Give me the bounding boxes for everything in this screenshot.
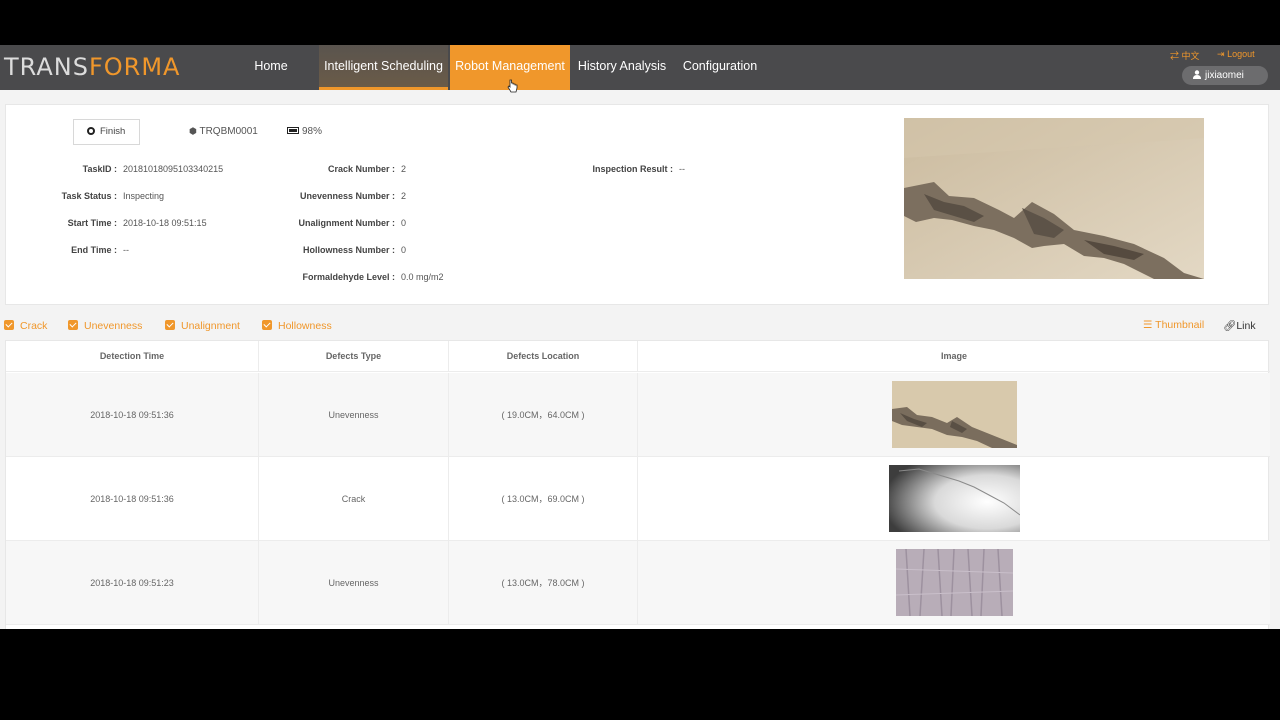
list-icon: ☰ — [1143, 319, 1153, 331]
brand-logo[interactable]: TRANSFORMA — [4, 53, 180, 81]
textured-wall-thumbnail[interactable] — [896, 549, 1013, 616]
language-switch[interactable]: ⇄ 中文 — [1170, 49, 1200, 62]
table-row[interactable]: 2018-10-18 09:51:36 Crack ( 13.0CM，69.0C… — [6, 457, 1270, 541]
unalignment-number-label: Unalignment Number : — [298, 218, 395, 228]
column-header-defects-location[interactable]: Defects Location — [449, 341, 638, 372]
battery-status: 98% — [287, 126, 322, 137]
robot-id: ⬢ TRQBM0001 — [189, 126, 258, 137]
link-icon: 🔗︎ — [1223, 320, 1237, 332]
filter-hollowness[interactable]: Hollowness — [262, 320, 332, 332]
unevenness-number-label: Unevenness Number : — [299, 191, 395, 201]
formaldehyde-level-value: 0.0 mg/m2 — [401, 272, 444, 282]
start-time-value: 2018-10-18 09:51:15 — [123, 218, 207, 228]
defects-location-cell: ( 19.0CM，64.0CM ) — [449, 373, 638, 457]
nav-history-analysis-label: History Analysis — [577, 59, 667, 73]
nav-intelligent-scheduling[interactable]: Intelligent Scheduling — [319, 45, 448, 90]
unalignment-number-value: 0 — [401, 218, 407, 228]
thumbnail-view-toggle[interactable]: ☰ Thumbnail — [1143, 319, 1204, 331]
thumbnail-label: Thumbnail — [1155, 319, 1205, 331]
unevenness-number-value: 2 — [401, 191, 407, 201]
logout-label: Logout — [1227, 49, 1255, 59]
app-window: TRANSFORMA Home Intelligent Scheduling R… — [0, 45, 1280, 629]
task-status-label: Task Status : — [61, 191, 117, 201]
column-header-image[interactable]: Image — [638, 341, 1270, 372]
task-info-panel: Finish ⬢ TRQBM0001 98% TaskID : 20181018… — [5, 104, 1269, 305]
checkbox-checked-icon — [68, 320, 78, 330]
defects-type-cell: Crack — [259, 457, 449, 541]
nav-home-label: Home — [254, 59, 288, 73]
defects-type-cell: Unevenness — [259, 541, 449, 625]
robot-icon: ⬢ — [189, 126, 197, 136]
username: jixiaomei — [1205, 70, 1244, 81]
detection-time-cell: 2018-10-18 09:51:23 — [6, 541, 259, 625]
nav-history-analysis[interactable]: History Analysis — [574, 45, 670, 90]
user-icon — [1193, 70, 1201, 79]
nav-configuration[interactable]: Configuration — [678, 45, 762, 90]
formaldehyde-level-label: Formaldehyde Level : — [302, 272, 395, 282]
hand-cursor-icon — [507, 79, 518, 93]
inspection-result-value: -- — [679, 164, 685, 174]
defect-preview-image[interactable] — [904, 118, 1204, 279]
logo-text-part1: TRANS — [4, 53, 89, 81]
nav-home[interactable]: Home — [242, 45, 300, 90]
end-time-label: End Time : — [71, 245, 117, 255]
task-status-value: Inspecting — [123, 191, 165, 201]
inspection-result-label: Inspection Result : — [592, 164, 673, 174]
defects-location-cell: ( 13.0CM，69.0CM ) — [449, 457, 638, 541]
start-time-label: Start Time : — [67, 218, 117, 228]
filter-unevenness-label: Unevenness — [84, 320, 143, 332]
robot-id-value: TRQBM0001 — [199, 126, 258, 137]
filter-unalignment[interactable]: Unalignment — [165, 320, 240, 332]
battery-value: 98% — [302, 126, 323, 137]
logo-text-part2: FORMA — [88, 53, 181, 81]
detection-time-cell: 2018-10-18 09:51:36 — [6, 457, 259, 541]
filter-crack-label: Crack — [20, 320, 48, 332]
link-view-toggle[interactable]: 🔗︎Link — [1223, 319, 1256, 332]
finish-button[interactable]: Finish — [73, 119, 140, 145]
logout-link[interactable]: ⇥ Logout — [1217, 49, 1255, 60]
swap-arrows-icon: ⇄ — [1170, 51, 1180, 61]
link-label: Link — [1236, 320, 1256, 332]
table-row[interactable]: 2018-10-18 09:51:23 Unevenness ( 13.0CM，… — [6, 541, 1270, 625]
checkbox-checked-icon — [165, 320, 175, 330]
end-time-value: -- — [123, 245, 129, 255]
finish-label: Finish — [100, 126, 126, 137]
nav-configuration-label: Configuration — [682, 59, 758, 73]
defects-type-cell: Unevenness — [259, 373, 449, 457]
hollowness-number-label: Hollowness Number : — [302, 245, 395, 255]
taskid-value: 20181018095103340215 — [123, 164, 224, 174]
nav-intelligent-scheduling-label: Intelligent Scheduling — [324, 59, 443, 73]
detection-time-cell: 2018-10-18 09:51:36 — [6, 373, 259, 457]
top-navigation-bar: TRANSFORMA Home Intelligent Scheduling R… — [0, 45, 1280, 93]
language-label: 中文 — [1181, 51, 1200, 61]
nav-robot-management-label: Robot Management — [455, 59, 565, 73]
filter-hollowness-label: Hollowness — [278, 320, 332, 332]
user-menu[interactable]: jixiaomei — [1182, 66, 1268, 85]
column-header-detection-time[interactable]: Detection Time — [6, 341, 259, 372]
cracked-wall-thumbnail[interactable] — [889, 465, 1020, 532]
logout-icon: ⇥ — [1217, 49, 1225, 59]
defects-location-cell: ( 13.0CM，78.0CM ) — [449, 541, 638, 625]
crack-number-value: 2 — [401, 164, 407, 174]
checkbox-checked-icon — [4, 320, 14, 330]
battery-icon — [287, 127, 299, 134]
taskid-label: TaskID : — [82, 164, 117, 174]
peeling-wall-thumbnail[interactable] — [892, 381, 1017, 448]
defects-table: Detection Time Defects Type Defects Loca… — [5, 340, 1270, 629]
circle-icon — [87, 127, 95, 135]
table-row[interactable]: 2018-10-18 09:51:36 Unevenness ( 19.0CM，… — [6, 373, 1270, 457]
column-header-defects-type[interactable]: Defects Type — [259, 341, 449, 372]
filter-unalignment-label: Unalignment — [181, 320, 240, 332]
hollowness-number-value: 0 — [401, 245, 407, 255]
filter-crack[interactable]: Crack — [4, 320, 47, 332]
checkbox-checked-icon — [262, 320, 272, 330]
filter-unevenness[interactable]: Unevenness — [68, 320, 142, 332]
crack-number-label: Crack Number : — [327, 164, 395, 174]
